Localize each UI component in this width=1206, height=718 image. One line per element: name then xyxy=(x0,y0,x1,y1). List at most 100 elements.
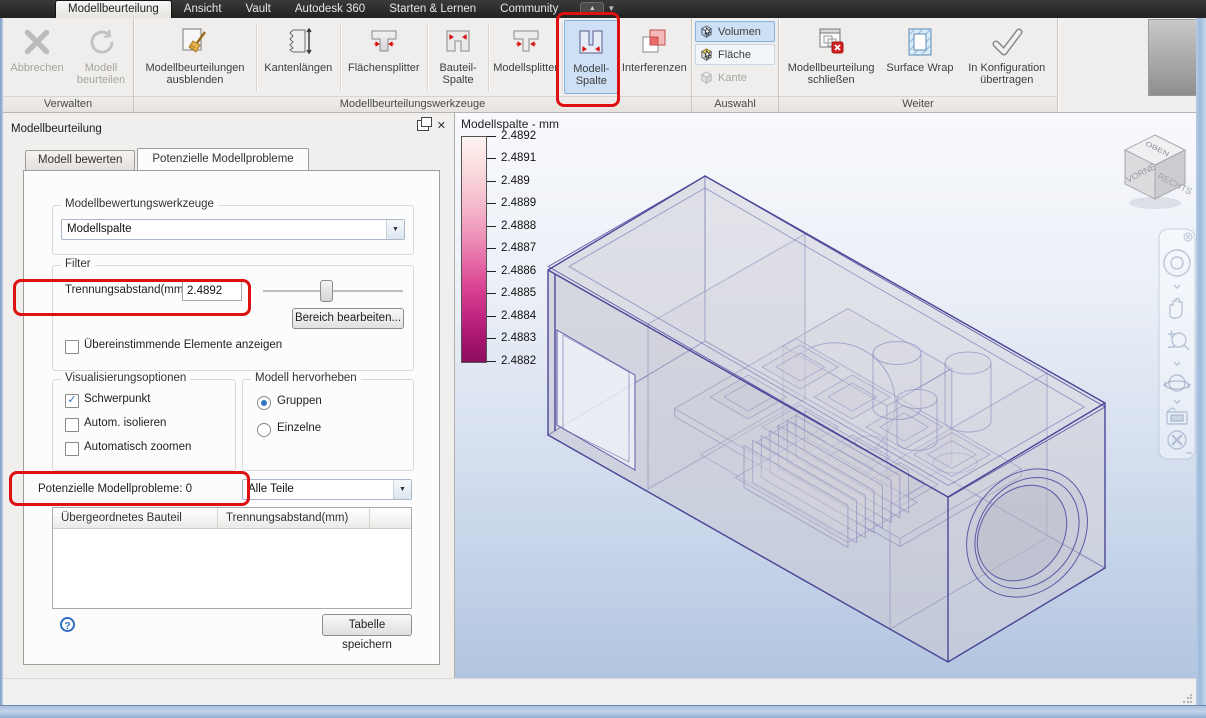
groupbox-label: Filter xyxy=(61,258,95,270)
kantenlaengen-button[interactable]: Kantenlängen xyxy=(258,20,339,94)
application-window: { "menu": { "tabs": [ {"label": "Modellb… xyxy=(0,0,1206,718)
volumen-button[interactable]: Volumen xyxy=(695,21,775,42)
kante-label: Kante xyxy=(718,71,747,84)
status-bar xyxy=(3,678,1196,707)
gruppen-label: Gruppen xyxy=(277,395,322,407)
chevron-down-icon: ▼ xyxy=(607,4,616,13)
tabelle-speichern-button[interactable]: Tabelle speichern xyxy=(322,614,412,651)
column-trennungsabstand[interactable]: Trennungsabstand(mm) xyxy=(218,508,370,528)
abbrechen-button[interactable]: Abbrechen xyxy=(4,20,70,94)
interferenzen-button[interactable]: Interferenzen xyxy=(619,20,690,94)
viewcube[interactable]: OBEN VORNE RECHTS xyxy=(1115,127,1195,213)
schwerpunkt-checkbox[interactable]: ✓ xyxy=(65,394,79,408)
problems-table[interactable]: Übergeordnetes Bauteil Trennungsabstand(… xyxy=(52,507,412,609)
table-header: Übergeordnetes Bauteil Trennungsabstand(… xyxy=(53,508,411,529)
edge-length-icon xyxy=(281,22,315,62)
panel-page: Modellbewertungswerkzeuge Modellspalte ▼… xyxy=(23,170,440,665)
bauteil-spalte-label: Bauteil-Spalte xyxy=(439,62,477,86)
einzelne-radio[interactable] xyxy=(257,423,271,437)
modell-beurteilen-label: Modell beurteilen xyxy=(76,62,126,86)
groupbox-filter: Filter Trennungsabstand(mm) Bereich bear… xyxy=(52,258,414,371)
cancel-x-icon xyxy=(20,22,54,62)
menu-bar: Modellbeurteilung Ansicht Vault Autodesk… xyxy=(0,0,1206,18)
modell-spalte-label: Modell-Spalte xyxy=(573,63,610,87)
autom-isolieren-label: Autom. isolieren xyxy=(84,417,167,429)
volumen-label: Volumen xyxy=(718,25,761,38)
tab-potenzielle-modellprobleme[interactable]: Potenzielle Modellprobleme xyxy=(137,148,309,170)
flaechensplitter-button[interactable]: Flächensplitter xyxy=(342,20,426,94)
bereich-bearbeiten-button[interactable]: Bereich bearbeiten... xyxy=(292,308,404,329)
flaeche-label: Fläche xyxy=(718,48,752,61)
window-border-left xyxy=(0,18,3,718)
schwerpunkt-label: Schwerpunkt xyxy=(84,393,151,405)
modell-spalte-button[interactable]: Modell-Spalte xyxy=(563,20,619,94)
modell-beurteilen-button[interactable]: Modell beurteilen xyxy=(70,20,132,94)
autom-isolieren-checkbox[interactable] xyxy=(65,418,79,432)
separator xyxy=(339,23,341,91)
tool-dropdown-value: Modellspalte xyxy=(67,223,132,235)
chevron-down-icon: ▼ xyxy=(386,220,404,239)
tool-dropdown[interactable]: Modellspalte ▼ xyxy=(61,219,405,240)
separator xyxy=(427,23,428,91)
modellbeurteilungen-ausblenden-button[interactable]: Modellbeurteilungen ausblenden xyxy=(135,20,255,94)
separator xyxy=(562,23,563,91)
resize-grip-icon[interactable] xyxy=(1182,694,1192,704)
menu-tab-starten-lernen[interactable]: Starten & Lernen xyxy=(377,1,488,18)
table-body-empty xyxy=(53,529,411,609)
model-gap-icon xyxy=(574,23,608,63)
ribbon-group-verwalten: Abbrechen Modell beurteilen Verwalten xyxy=(3,18,134,112)
edge-select-icon xyxy=(700,71,713,84)
help-icon[interactable]: ? xyxy=(60,617,75,632)
modellsplitter-label: Modellsplitter xyxy=(493,62,558,74)
in-konfiguration-button[interactable]: In Konfiguration übertragen xyxy=(958,20,1056,94)
modellsplitter-button[interactable]: Modellsplitter xyxy=(490,20,561,94)
ribbon-group-auswahl: Volumen Fläche Kante Auswahl xyxy=(692,18,779,112)
ribbon-overflow-block xyxy=(1148,19,1197,96)
panel-float-icon[interactable] xyxy=(416,117,432,131)
bauteil-spalte-button[interactable]: Bauteil-Spalte xyxy=(429,20,487,94)
parts-dropdown[interactable]: Alle Teile ▼ xyxy=(242,479,412,500)
automatisch-zoomen-checkbox[interactable] xyxy=(65,442,79,456)
kantenlaengen-label: Kantenlängen xyxy=(264,62,333,74)
menu-tab-community[interactable]: Community xyxy=(488,1,570,18)
tab-modell-bewerten[interactable]: Modell bewerten xyxy=(25,150,136,170)
menu-tab-ansicht[interactable]: Ansicht xyxy=(172,1,234,18)
navigation-bar xyxy=(1158,228,1196,460)
column-empty xyxy=(370,508,411,528)
interferenzen-label: Interferenzen xyxy=(621,62,687,74)
gruppen-radio[interactable] xyxy=(257,396,271,410)
parts-dropdown-value: Alle Teile xyxy=(248,483,294,495)
flaechensplitter-label: Flächensplitter xyxy=(348,62,420,74)
matching-elements-checkbox[interactable] xyxy=(65,340,79,354)
panel-close-icon[interactable]: ✕ xyxy=(437,120,446,131)
surface-wrap-button[interactable]: Surface Wrap xyxy=(882,20,957,94)
modellbeurteilung-schliessen-button[interactable]: Modellbeurteilung schließen xyxy=(780,20,882,94)
menu-tab-vault[interactable]: Vault xyxy=(234,1,283,18)
automatisch-zoomen-label: Automatisch zoomen xyxy=(84,441,192,453)
refresh-icon xyxy=(85,22,117,62)
column-uebergeordnetes-bauteil[interactable]: Übergeordnetes Bauteil xyxy=(53,508,218,528)
separator xyxy=(488,23,490,91)
face-splitter-icon xyxy=(366,22,402,62)
chevron-down-icon: ▼ xyxy=(393,480,411,499)
ribbon-collapse-icon: ▲ xyxy=(580,2,605,15)
ribbon-collapse-control[interactable]: ▲ ▼ xyxy=(580,2,615,18)
flaeche-button[interactable]: Fläche xyxy=(695,44,775,65)
interference-icon xyxy=(637,22,671,62)
groupbox-label: Modell hervorheben xyxy=(251,372,361,384)
matching-elements-label: Übereinstimmende Elemente anzeigen xyxy=(84,339,283,351)
ribbon-group-werkzeuge: Modellbeurteilungen ausblenden Kantenlän… xyxy=(134,18,692,112)
menu-tab-autodesk360[interactable]: Autodesk 360 xyxy=(283,1,377,18)
distance-input[interactable] xyxy=(182,281,242,301)
viewport-3d[interactable]: Modellspalte - mm 2.4892 2.4891 2.489 2.… xyxy=(455,113,1196,678)
distance-slider-track[interactable] xyxy=(263,290,403,293)
volume-select-icon xyxy=(700,25,713,38)
menu-tab-modellbeurteilung[interactable]: Modellbeurteilung xyxy=(55,0,172,18)
surface-wrap-icon xyxy=(903,22,937,62)
model-3d[interactable] xyxy=(455,113,1196,678)
kante-button[interactable]: Kante xyxy=(695,67,775,88)
separator xyxy=(255,23,257,91)
distance-slider-handle[interactable] xyxy=(320,280,333,302)
groupbox-visualisierung: Visualisierungsoptionen ✓ Schwerpunkt Au… xyxy=(52,372,236,471)
problems-count-label: Potenzielle Modellprobleme: 0 xyxy=(38,483,193,495)
